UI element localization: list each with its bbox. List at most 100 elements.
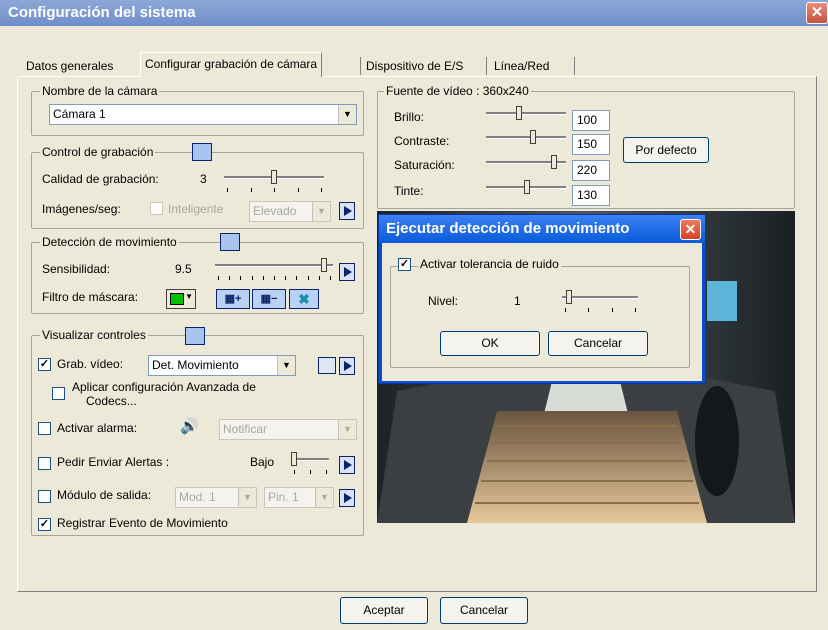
output-module-label: Módulo de salida: [57, 488, 152, 502]
fps-label: Imágenes/seg: [42, 202, 121, 216]
register-event-checkbox[interactable]: ✓ [38, 518, 51, 531]
output-module-value: Mod. 1 [179, 490, 216, 504]
slider-tick [263, 276, 264, 280]
tab-io-device[interactable]: Dispositivo de E/S [362, 56, 468, 76]
play-arrow-icon[interactable] [339, 263, 355, 281]
output-module-checkbox[interactable] [38, 490, 51, 503]
video-record-mode-select[interactable]: Det. Movimiento ▼ [148, 355, 296, 376]
mask-color-picker[interactable]: ▼ [166, 289, 196, 309]
smart-label: Inteligente [168, 202, 224, 216]
alerts-slider-ticks [291, 470, 329, 474]
level-slider-thumb[interactable] [566, 290, 572, 304]
window-close-button[interactable]: ✕ [806, 2, 828, 24]
fps-select-value: Elevado [253, 204, 297, 218]
hand-pointer-icon[interactable] [220, 233, 240, 251]
alarm-select-value: Notificar [223, 422, 268, 436]
play-arrow-icon[interactable] [339, 489, 355, 507]
tint-slider-thumb[interactable] [524, 180, 530, 194]
chevron-down-icon[interactable]: ▼ [238, 488, 256, 507]
speaker-icon[interactable]: 🔊 [180, 417, 199, 435]
saturation-slider[interactable] [486, 155, 566, 171]
tint-input[interactable]: 130 [572, 185, 610, 206]
output-module-select[interactable]: Mod. 1 ▼ [175, 487, 257, 508]
chevron-down-icon[interactable]: ▼ [315, 488, 333, 507]
alerts-slider-thumb[interactable] [291, 452, 297, 466]
chevron-down-icon[interactable]: ▼ [338, 420, 356, 439]
saturation-label: Saturación: [394, 158, 455, 172]
chevron-down-icon: ▼ [185, 292, 193, 301]
play-arrow-icon[interactable] [339, 202, 355, 220]
output-pin-select[interactable]: Pin. 1 ▼ [264, 487, 334, 508]
camera-select[interactable]: Cámara 1 ▼ [49, 104, 357, 125]
tab-separator [360, 57, 361, 75]
alarm-select[interactable]: Notificar ▼ [219, 419, 357, 440]
alerts-slider[interactable] [291, 452, 329, 476]
mask-color-swatch [170, 293, 184, 305]
default-button[interactable]: Por defecto [623, 137, 709, 163]
add-mask-button[interactable]: ▦+ [216, 289, 250, 309]
level-slider-track [562, 296, 638, 299]
clear-mask-button[interactable]: ✖ [289, 289, 319, 309]
sensitivity-slider-thumb[interactable] [321, 258, 327, 272]
dialog-ok-button[interactable]: OK [440, 331, 540, 356]
motion-detection-dialog: Ejecutar detección de movimiento ✕ ✓ Act… [378, 214, 706, 384]
sensitivity-slider-ticks [215, 276, 333, 280]
level-slider[interactable] [562, 290, 638, 314]
sensitivity-slider[interactable] [215, 258, 333, 282]
fps-select[interactable]: Elevado ▼ [249, 201, 331, 222]
contrast-slider[interactable] [486, 130, 566, 146]
dialog-title-bar: Ejecutar detección de movimiento ✕ [379, 215, 705, 243]
brightness-slider-thumb[interactable] [516, 106, 522, 120]
quality-slider-ticks [224, 188, 324, 192]
tab-line-network[interactable]: Línea/Red [490, 56, 554, 76]
advanced-codecs-label-2: Codecs... [86, 394, 137, 408]
chevron-down-icon[interactable]: ▼ [277, 356, 295, 375]
remove-mask-button[interactable]: ▦− [252, 289, 286, 309]
record-settings-icon[interactable] [318, 357, 336, 374]
alerts-value: Bajo [250, 455, 275, 469]
play-arrow-icon[interactable] [339, 456, 355, 474]
window-title: Configuración del sistema [8, 4, 196, 21]
hand-pointer-icon[interactable] [192, 143, 212, 161]
video-record-mode-value: Det. Movimiento [152, 358, 239, 372]
slider-tick [321, 188, 322, 192]
tint-slider[interactable] [486, 180, 566, 196]
brightness-label: Brillo: [394, 110, 425, 124]
brightness-slider[interactable] [486, 106, 566, 122]
video-record-checkbox[interactable]: ✓ [38, 358, 51, 371]
slider-tick [229, 276, 230, 280]
quality-value: 3 [200, 172, 207, 186]
video-source-group-label: Fuente de vídeo : 360x240 [384, 84, 531, 98]
chevron-down-icon[interactable]: ▼ [338, 105, 356, 124]
output-pin-value: Pin. 1 [268, 490, 299, 504]
contrast-slider-thumb[interactable] [530, 130, 536, 144]
chevron-down-icon[interactable]: ▼ [312, 202, 330, 221]
saturation-input[interactable]: 220 [572, 160, 610, 181]
brightness-input[interactable]: 100 [572, 110, 610, 131]
cancel-button[interactable]: Cancelar [440, 597, 528, 624]
camera-select-value: Cámara 1 [53, 107, 106, 121]
alarm-checkbox[interactable] [38, 422, 51, 435]
video-record-label: Grab. vídeo: [57, 357, 124, 371]
tab-camera-recording[interactable]: Configurar grabación de cámara [140, 52, 323, 77]
smart-checkbox[interactable] [150, 202, 163, 215]
noise-tolerance-checkbox[interactable]: ✓ [398, 258, 411, 271]
slider-tick [310, 470, 311, 474]
slider-tick [294, 470, 295, 474]
contrast-label: Contraste: [394, 134, 450, 148]
recording-control-group-label: Control de grabación [40, 145, 156, 159]
saturation-slider-thumb[interactable] [551, 155, 557, 169]
quality-slider[interactable] [224, 170, 324, 194]
level-label: Nivel: [428, 294, 459, 308]
quality-slider-thumb[interactable] [271, 170, 277, 184]
dialog-cancel-button[interactable]: Cancelar [548, 331, 648, 356]
slider-tick [330, 276, 331, 280]
tab-general-data[interactable]: Datos generales [22, 56, 118, 76]
close-icon[interactable]: ✕ [680, 219, 701, 240]
alerts-checkbox[interactable] [38, 457, 51, 470]
play-arrow-icon[interactable] [339, 357, 355, 375]
contrast-input[interactable]: 150 [572, 134, 610, 155]
advanced-codecs-checkbox[interactable] [52, 387, 65, 400]
hand-pointer-icon[interactable] [185, 327, 205, 345]
accept-button[interactable]: Aceptar [340, 597, 428, 624]
